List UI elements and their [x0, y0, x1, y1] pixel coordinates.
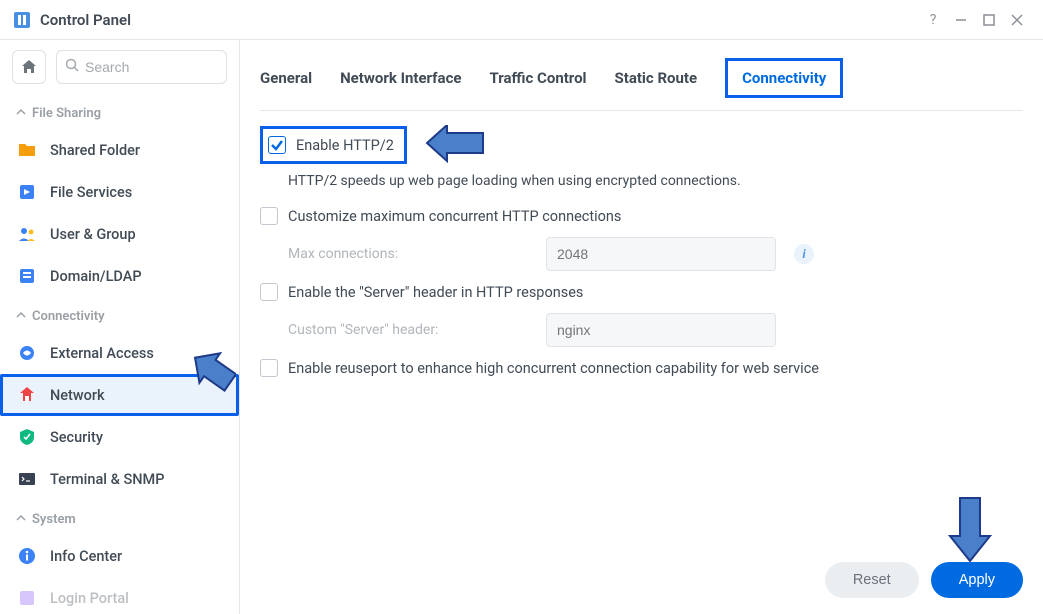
enable-reuseport-label: Enable reuseport to enhance high concurr… — [288, 360, 819, 377]
help-button[interactable]: ? — [919, 6, 947, 34]
users-icon — [16, 223, 38, 245]
arrow-annotation-network — [186, 350, 236, 400]
tab-traffic-control[interactable]: Traffic Control — [489, 65, 586, 91]
section-connectivity[interactable]: Connectivity — [0, 297, 239, 332]
sidebar-item-user-group[interactable]: User & Group — [0, 213, 239, 255]
arrow-annotation-http2 — [425, 125, 485, 165]
custom-header-label: Custom "Server" header: — [288, 322, 528, 338]
tab-static-route[interactable]: Static Route — [615, 65, 698, 91]
chevron-up-icon — [16, 309, 26, 324]
sidebar-item-shared-folder[interactable]: Shared Folder — [0, 129, 239, 171]
enable-http2-row[interactable]: Enable HTTP/2 — [260, 126, 407, 164]
customize-max-row[interactable]: Customize maximum concurrent HTTP connec… — [260, 201, 1023, 231]
maximize-button[interactable] — [975, 6, 1003, 34]
sidebar-item-terminal-snmp[interactable]: Terminal & SNMP — [0, 458, 239, 500]
network-icon — [16, 384, 38, 406]
arrow-annotation-apply — [945, 496, 995, 566]
terminal-icon — [16, 468, 38, 490]
shield-icon — [16, 426, 38, 448]
info-icon — [16, 545, 38, 567]
sidebar-item-info-center[interactable]: Info Center — [0, 535, 239, 577]
customize-max-checkbox[interactable] — [260, 207, 278, 225]
sidebar-item-login-portal[interactable]: Login Portal — [0, 577, 239, 614]
sidebar-item-domain-ldap[interactable]: Domain/LDAP — [0, 255, 239, 297]
app-icon — [12, 10, 32, 30]
enable-server-header-checkbox[interactable] — [260, 283, 278, 301]
enable-reuseport-row[interactable]: Enable reuseport to enhance high concurr… — [260, 353, 1023, 383]
enable-http2-checkbox[interactable] — [268, 136, 286, 154]
http2-description: HTTP/2 speeds up web page loading when u… — [260, 165, 1023, 201]
search-input[interactable] — [85, 59, 218, 75]
content-area: General Network Interface Traffic Contro… — [240, 40, 1043, 614]
titlebar: Control Panel ? — [0, 0, 1043, 40]
login-icon — [16, 587, 38, 609]
home-button[interactable] — [12, 50, 46, 84]
max-connections-label: Max connections: — [288, 246, 528, 262]
window-title: Control Panel — [40, 11, 131, 29]
domain-icon — [16, 265, 38, 287]
enable-reuseport-checkbox[interactable] — [260, 359, 278, 377]
customize-max-label: Customize maximum concurrent HTTP connec… — [288, 208, 621, 225]
custom-header-input — [546, 313, 776, 347]
sidebar: File Sharing Shared Folder File Services… — [0, 40, 240, 614]
external-access-icon — [16, 342, 38, 364]
file-services-icon — [16, 181, 38, 203]
enable-server-header-row[interactable]: Enable the "Server" header in HTTP respo… — [260, 277, 1023, 307]
search-icon — [65, 58, 79, 76]
sidebar-item-security[interactable]: Security — [0, 416, 239, 458]
info-icon[interactable]: i — [794, 244, 814, 264]
minimize-button[interactable] — [947, 6, 975, 34]
reset-button[interactable]: Reset — [825, 562, 919, 598]
tab-connectivity[interactable]: Connectivity — [725, 58, 843, 98]
enable-http2-label: Enable HTTP/2 — [296, 137, 394, 154]
close-button[interactable] — [1003, 6, 1031, 34]
search-field[interactable] — [56, 50, 227, 84]
folder-icon — [16, 139, 38, 161]
section-file-sharing[interactable]: File Sharing — [0, 94, 239, 129]
chevron-up-icon — [16, 512, 26, 527]
enable-server-header-label: Enable the "Server" header in HTTP respo… — [288, 284, 583, 301]
max-connections-input — [546, 237, 776, 271]
apply-button[interactable]: Apply — [931, 562, 1023, 598]
sidebar-item-file-services[interactable]: File Services — [0, 171, 239, 213]
section-system[interactable]: System — [0, 500, 239, 535]
tab-general[interactable]: General — [260, 65, 312, 91]
chevron-up-icon — [16, 106, 26, 121]
tabs: General Network Interface Traffic Contro… — [260, 40, 1023, 111]
form-area: Enable HTTP/2 HTTP/2 speeds up web page … — [260, 111, 1043, 383]
tab-network-interface[interactable]: Network Interface — [340, 65, 461, 91]
